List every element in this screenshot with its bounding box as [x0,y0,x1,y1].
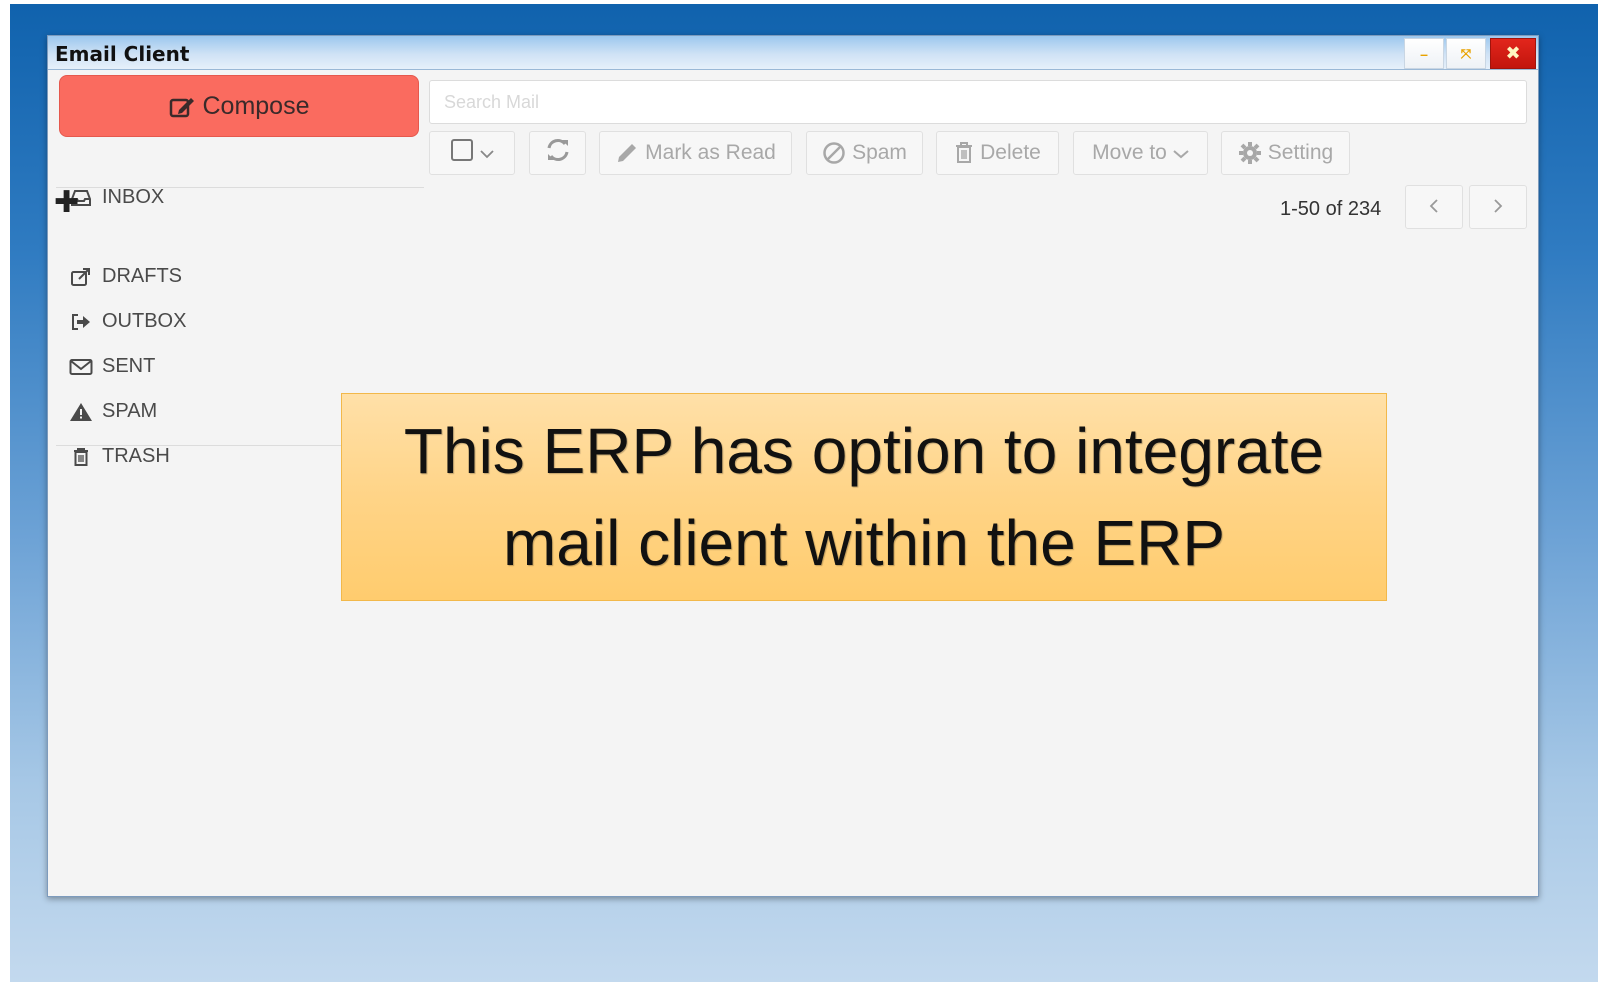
minimize-button[interactable]: – [1404,38,1444,69]
chevron-down-icon [1173,141,1189,165]
add-folder-button[interactable]: ✚ [54,188,79,218]
chevron-right-icon [1492,194,1504,220]
chevron-down-icon [480,141,494,165]
window-title: Email Client [55,42,190,66]
warning-icon [68,401,94,423]
maximize-button[interactable]: ⤧ [1446,38,1486,69]
mark-as-read-label: Mark as Read [645,141,776,164]
close-button[interactable]: ✖ [1490,38,1536,69]
sidebar-item-inbox[interactable]: INBOX [68,186,164,209]
sidebar-item-trash[interactable]: TRASH [68,445,170,468]
spam-button[interactable]: Spam [806,131,923,175]
search-placeholder: Search Mail [444,91,540,112]
sidebar-item-label: INBOX [102,186,165,208]
title-bar[interactable]: Email Client – ⤧ ✖ [48,36,1538,70]
chevron-left-icon [1428,194,1440,220]
setting-label: Setting [1267,141,1334,164]
ban-icon [822,141,846,165]
spam-label: Spam [852,141,907,164]
divider [56,445,342,446]
sidebar-item-label: OUTBOX [102,310,187,332]
gear-icon [1238,141,1262,165]
pencil-icon [615,141,639,165]
sign-out-icon [68,311,94,333]
annotation-callout: This ERP has option to integrate mail cl… [341,393,1387,601]
sidebar-item-spam[interactable]: SPAM [68,400,157,423]
setting-button[interactable]: Setting [1221,131,1350,175]
search-input[interactable]: Search Mail [429,80,1527,124]
delete-label: Delete [980,141,1041,164]
refresh-button[interactable] [529,131,586,175]
select-all-dropdown[interactable] [429,131,515,175]
refresh-icon [544,137,572,169]
sidebar-item-label: TRASH [102,445,170,467]
compose-label: Compose [202,91,310,120]
envelope-icon [68,356,94,378]
external-edit-icon [68,266,94,288]
sidebar-item-label: SPAM [102,400,158,422]
delete-button[interactable]: Delete [936,131,1059,175]
sidebar-item-sent[interactable]: SENT [68,355,155,378]
trash-icon [68,446,94,468]
callout-text: This ERP has option to integrate mail cl… [403,415,1325,579]
trash-icon [954,141,974,165]
pagination-range: 1-50 of 234 [1280,198,1382,220]
checkbox-icon [450,138,474,168]
mark-as-read-button[interactable]: Mark as Read [599,131,792,175]
sidebar-item-drafts[interactable]: DRAFTS [68,265,182,288]
sidebar-item-outbox[interactable]: OUTBOX [68,310,186,333]
move-to-dropdown[interactable]: Move to [1073,131,1208,175]
sidebar-item-label: DRAFTS [102,265,182,287]
next-page-button[interactable] [1469,185,1527,229]
divider [56,187,424,188]
edit-icon [169,95,195,118]
prev-page-button[interactable] [1405,185,1463,229]
sidebar-item-label: SENT [102,355,156,377]
move-to-label: Move to [1092,141,1167,164]
compose-button[interactable]: Compose [59,75,419,137]
